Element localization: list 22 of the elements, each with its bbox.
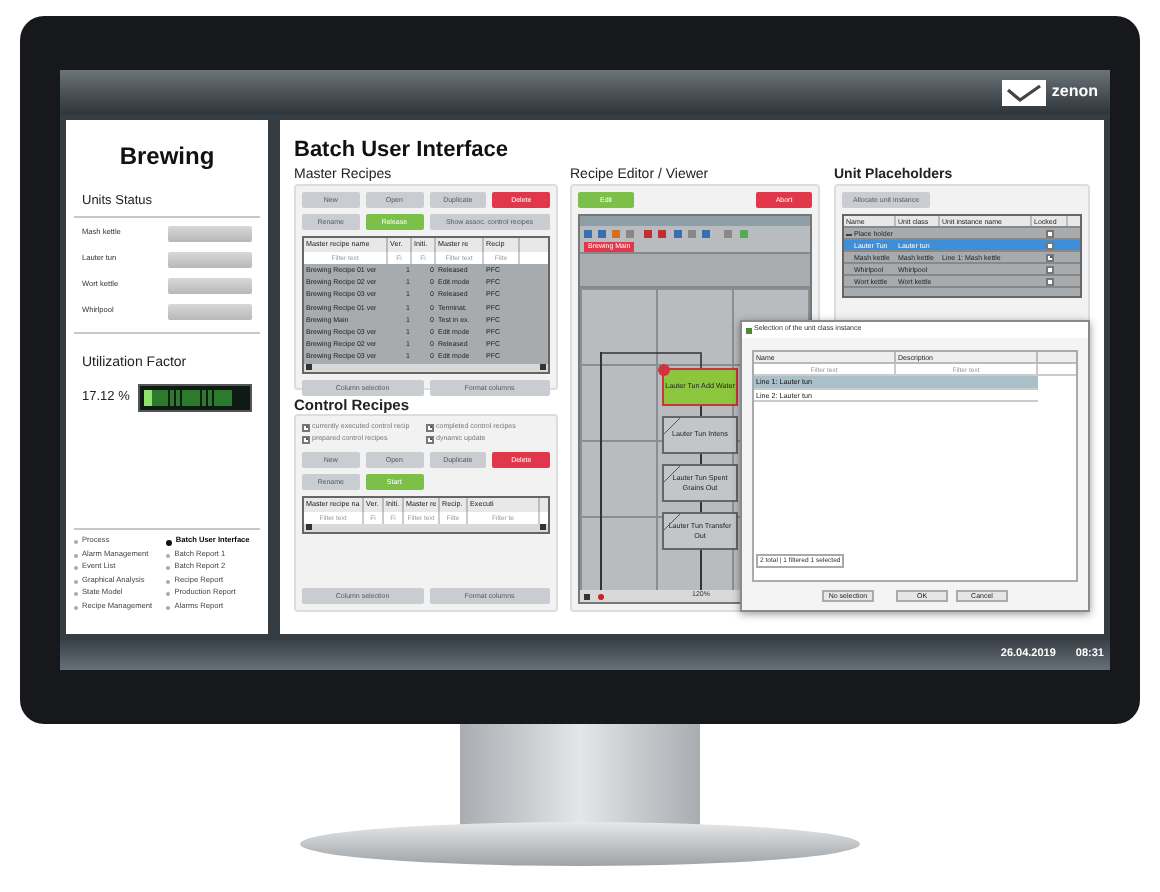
- checkbox[interactable]: [1046, 265, 1054, 273]
- page-title: Batch User Interface: [294, 138, 510, 164]
- checkbox[interactable]: [302, 435, 310, 444]
- checkbox[interactable]: [1046, 229, 1054, 237]
- unit-status-indicator: [168, 278, 252, 295]
- checkbox[interactable]: [1046, 253, 1054, 261]
- collapse-icon[interactable]: [846, 231, 852, 238]
- app-icon: [746, 327, 752, 333]
- logo-text: zenon: [1051, 80, 1098, 104]
- logo-icon: [1001, 79, 1046, 105]
- error-icon[interactable]: [598, 593, 604, 599]
- checkbox[interactable]: [1046, 277, 1054, 285]
- sidebar-title: Brewing: [117, 140, 217, 174]
- checkbox[interactable]: [426, 435, 434, 444]
- checkbox[interactable]: [302, 423, 310, 432]
- printer-icon[interactable]: [584, 593, 590, 599]
- diagonal-mark-icon: [664, 418, 680, 434]
- checkbox[interactable]: [1046, 241, 1054, 249]
- unit-status-indicator: [168, 252, 252, 269]
- unit-status-indicator: [168, 304, 252, 321]
- unit-status-indicator: [168, 226, 252, 243]
- checkbox[interactable]: [426, 423, 434, 432]
